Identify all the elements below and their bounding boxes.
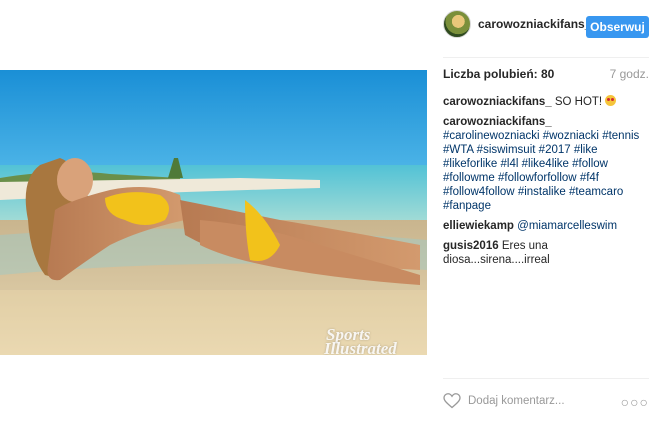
hashtag-link[interactable]: #likeforlike (443, 158, 497, 170)
hashtag-link[interactable]: #teamcaro (569, 186, 623, 198)
username-link[interactable]: carowozniackifans_ (478, 17, 591, 31)
hashtag-link[interactable]: #carolinewozniacki (443, 130, 540, 142)
likes-count[interactable]: Liczba polubień: 80 (443, 67, 554, 81)
comment-user[interactable]: carowozniackifans_ (443, 116, 552, 128)
hashtag-link[interactable]: #siswimsuit (477, 144, 536, 156)
comments-list: carowozniackifans_ SO HOT! carowozniacki… (443, 95, 649, 273)
hashtag-link[interactable]: #f4f (580, 172, 599, 184)
hashtag-link[interactable]: #like (574, 144, 598, 156)
comment-user[interactable]: carowozniackifans_ (443, 96, 552, 108)
follow-button[interactable]: Obserwuj (586, 16, 649, 38)
hashtag-link[interactable]: #tennis (602, 130, 639, 142)
heart-icon[interactable] (443, 393, 461, 409)
avatar[interactable] (443, 10, 471, 38)
hashtag-link[interactable]: #2017 (539, 144, 571, 156)
post-footer: ○○○ (443, 388, 649, 416)
comment-input[interactable] (468, 392, 618, 410)
comment-item: elliewiekamp @miamarcelleswim (443, 219, 649, 233)
hashtag-link[interactable]: #follow (572, 158, 608, 170)
hashtag-link[interactable]: #WTA (443, 144, 473, 156)
post-header: carowozniackifans_ Obserwuj (443, 8, 649, 48)
heart-eyes-emoji-icon (605, 95, 617, 106)
footer-divider (443, 378, 649, 379)
hashtag-link[interactable]: #instalike (518, 186, 566, 198)
comment-text: SO HOT! (551, 96, 606, 108)
more-options-icon[interactable]: ○○○ (621, 394, 649, 410)
beach-photo-image (0, 70, 427, 355)
hashtag-link[interactable]: #followforfollow (498, 172, 577, 184)
comment-user[interactable]: elliewiekamp (443, 220, 514, 232)
header-divider (443, 57, 649, 58)
hashtag-link[interactable]: #l4l (501, 158, 519, 170)
comment-item: gusis2016 Eres una diosa...sirena....irr… (443, 239, 649, 267)
post-photo[interactable]: Sports Illustrated (0, 70, 427, 355)
hashtag-link[interactable]: #follow4follow (443, 186, 515, 198)
hashtag-link[interactable]: #wozniacki (543, 130, 599, 142)
mention-link[interactable]: @miamarcelleswim (517, 220, 617, 232)
comment-user[interactable]: gusis2016 (443, 240, 499, 252)
comment-item: carowozniackifans_ #carolinewozniacki #w… (443, 115, 649, 213)
comment-item: carowozniackifans_ SO HOT! (443, 95, 649, 109)
likes-row: Liczba polubień: 80 7 godz. (443, 67, 649, 81)
hashtag-link[interactable]: #like4like (522, 158, 569, 170)
sports-illustrated-watermark: Sports Illustrated (324, 325, 397, 355)
hashtag-link[interactable]: #fanpage (443, 200, 491, 212)
hashtag-link[interactable]: #followme (443, 172, 495, 184)
post-time[interactable]: 7 godz. (610, 67, 649, 81)
